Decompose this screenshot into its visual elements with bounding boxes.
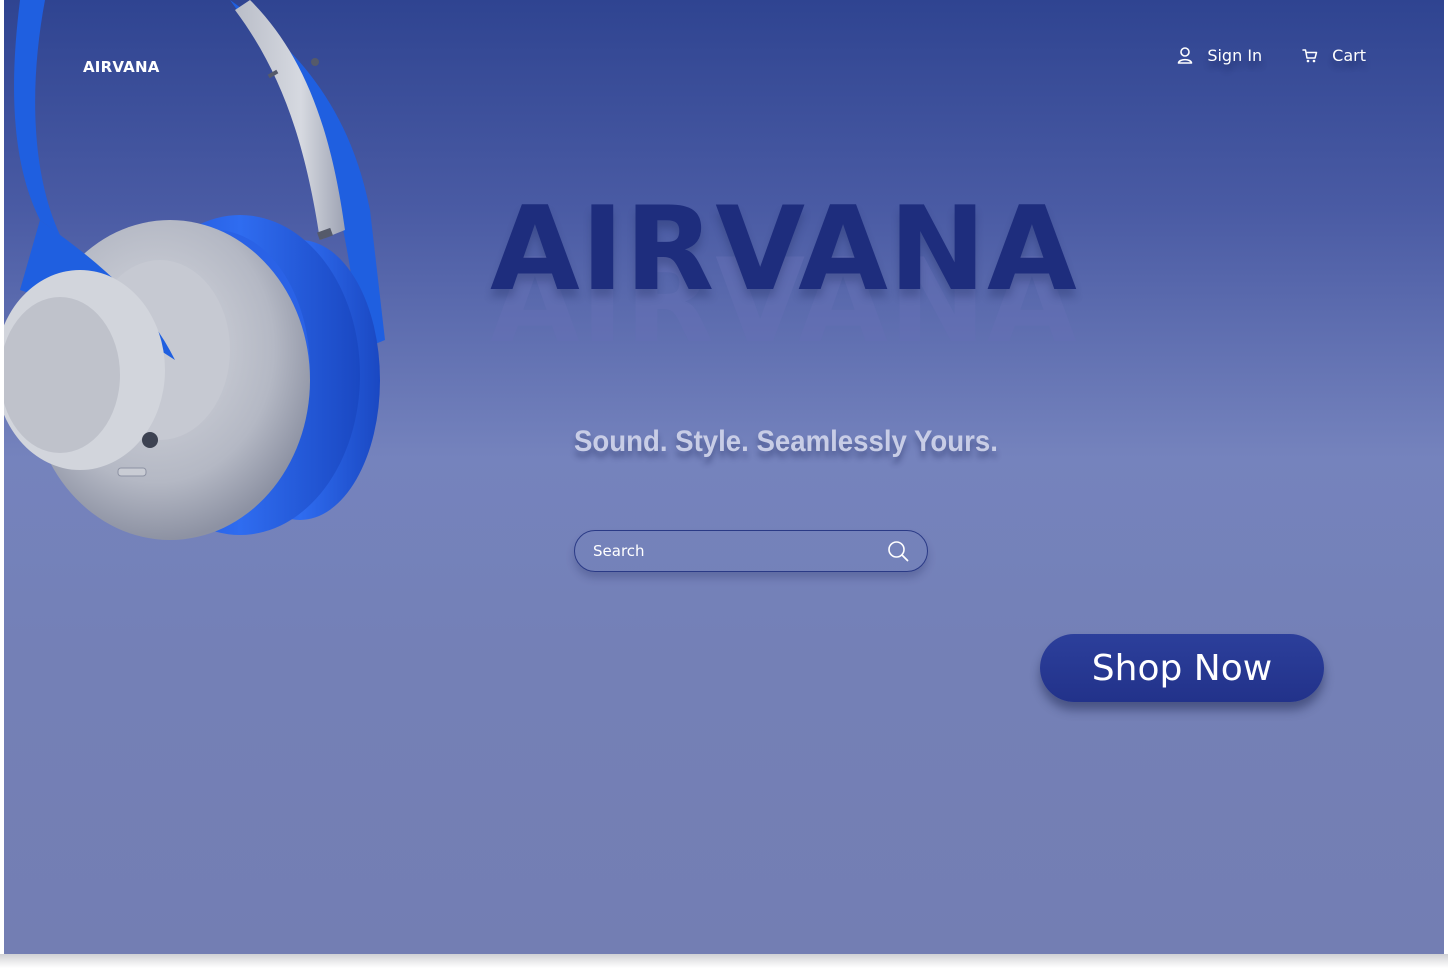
- sign-in-label: Sign In: [1207, 46, 1263, 65]
- page-bottom-shadow: [0, 954, 1448, 968]
- search-input[interactable]: [593, 542, 887, 560]
- shop-now-button[interactable]: Shop Now: [1040, 634, 1324, 702]
- cart-link[interactable]: Cart: [1302, 46, 1366, 65]
- top-nav: Sign In Cart: [1177, 46, 1366, 65]
- search-bar: [574, 530, 928, 572]
- hero-tagline: Sound. Style. Seamlessly Yours.: [574, 425, 998, 458]
- cart-label: Cart: [1332, 46, 1366, 65]
- headphones-image: [4, 0, 385, 540]
- search-icon[interactable]: [887, 540, 909, 562]
- brand-logo[interactable]: AIRVANA: [83, 58, 160, 76]
- sign-in-link[interactable]: Sign In: [1177, 46, 1262, 65]
- landing-page: AIRVANA Sign In Cart AIRVANA AIRVANA Sou…: [4, 0, 1444, 954]
- user-icon: [1178, 46, 1193, 64]
- cart-icon: [1302, 48, 1318, 62]
- hero-title: AIRVANA: [490, 182, 1078, 317]
